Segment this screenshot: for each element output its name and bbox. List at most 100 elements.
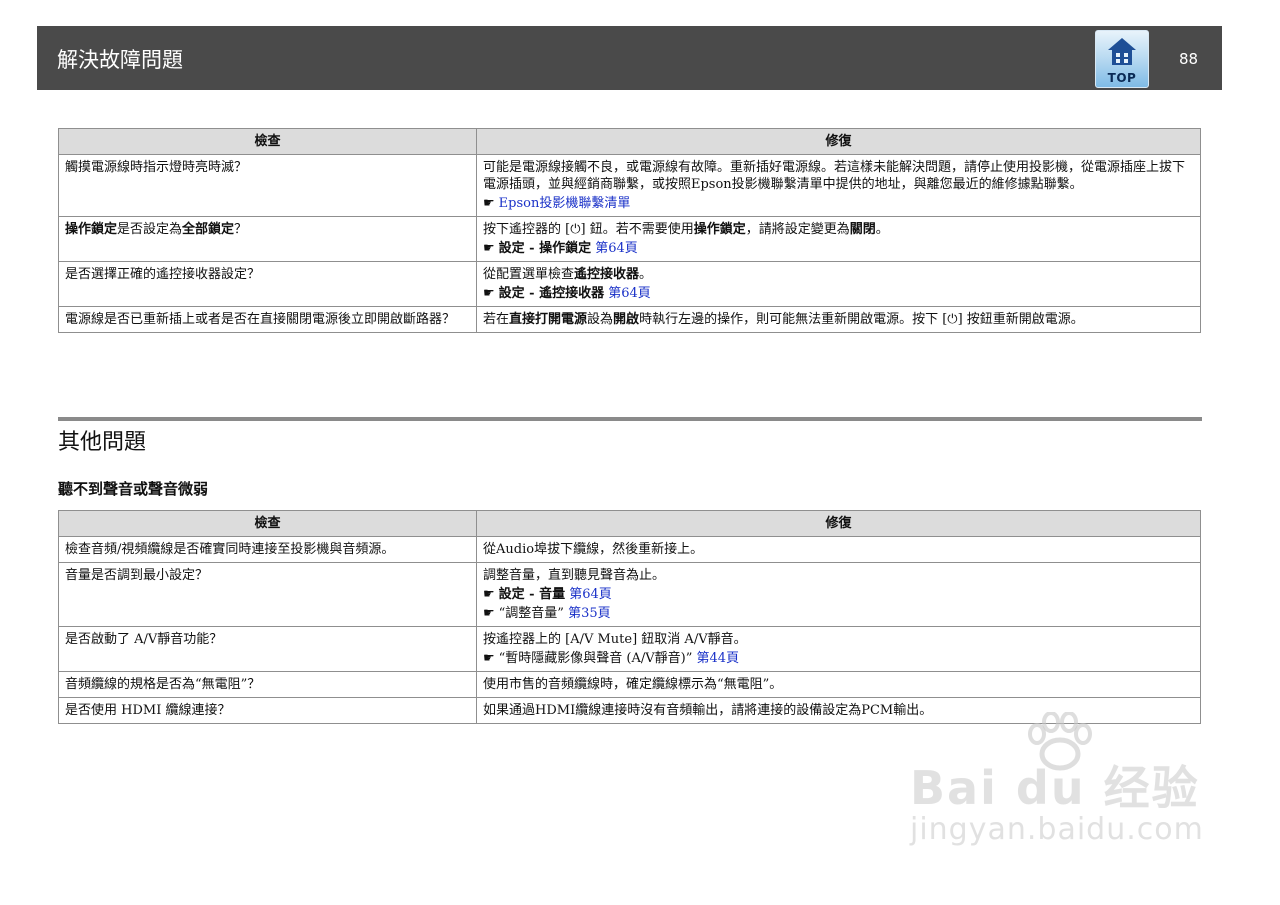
column-header-check: 檢查 [58,128,477,155]
table-row: 觸摸電源線時指示燈時亮時滅？ 可能是電源線接觸不良，或電源線有故障。重新插好電源… [58,154,1201,217]
fix-text-part: 時執行左邊的操作，則可能無法重新開啟電源。按下 [ [639,312,948,327]
troubleshooting-table-1: 檢查 修復 觸摸電源線時指示燈時亮時滅？ 可能是電源線接觸不良，或電源線有故障。… [58,128,1201,333]
subsection-title: 聽不到聲音或聲音微弱 [58,480,209,498]
fix-cell: 使用市售的音頻纜線時，確定纜線標示為“無電阻”。 [476,671,1201,698]
pointing-hand-icon: ☛ [483,651,495,666]
top-button[interactable]: TOP [1095,30,1149,88]
table-row: 是否使用 HDMI 纜線連接？ 如果通過HDMI纜線連接時沒有音頻輸出，請將連接… [58,697,1201,724]
reference-text: “調整音量” [498,606,564,621]
watermark-brand: Bai du 经验 [910,761,1200,815]
check-cell: 操作鎖定是否設定為全部鎖定？ [58,216,477,262]
fix-text-part: 。 [875,222,889,237]
fix-text: 若在直接打開電源設為開啟時執行左邊的操作，則可能無法重新開啟電源。按下 [⏻] … [483,311,1194,328]
check-text: ？ [234,222,248,237]
check-text: 是否設定為 [117,222,183,237]
page-number: 88 [1179,50,1199,68]
reference-bold-text: 設定 - 操作鎖定 [498,241,592,256]
pointing-hand-icon: ☛ [483,587,495,602]
fix-bold-text: 關閉 [849,222,876,237]
reference-link[interactable]: Epson投影機聯繫清單 [499,196,631,211]
reference-link[interactable]: 第44頁 [697,651,740,666]
column-header-fix: 修復 [476,128,1201,155]
reference-link[interactable]: 第64頁 [608,286,651,301]
fix-text: 從配置選單檢查遙控接收器。 [483,266,1194,283]
table-header-row: 檢查 修復 [58,128,1201,155]
fix-text-part: 從配置選單檢查 [483,267,575,282]
table-header-row: 檢查 修復 [58,510,1201,537]
reference: ☛ 設定 - 操作鎖定 第64頁 [483,240,1194,257]
check-text: 觸摸電源線時指示燈時亮時滅？ [65,160,248,175]
fix-cell: 按下遙控器的 [⏻] 鈕。若不需要使用操作鎖定，請將設定變更為關閉。 ☛ 設定 -… [476,216,1201,262]
fix-text: 可能是電源線接觸不良，或電源線有故障。重新插好電源線。若這樣未能解決問題，請停止… [483,160,1186,192]
check-cell: 是否選擇正確的遙控接收器設定？ [58,261,477,307]
fix-text-part: 若在 [483,312,510,327]
fix-cell: 從配置選單檢查遙控接收器。 ☛ 設定 - 遙控接收器 第64頁 [476,261,1201,307]
fix-cell: 調整音量，直到聽見聲音為止。 ☛ 設定 - 音量 第64頁 ☛ “調整音量” 第35… [476,562,1201,627]
page-title: 解決故障問題 [57,48,183,72]
reference: ☛ “調整音量” 第35頁 [483,605,1194,622]
watermark-url: jingyan.baidu.com [910,812,1204,847]
pointing-hand-icon: ☛ [483,606,495,621]
reference-text: “暫時隱藏影像與聲音 (A/V靜音)” [498,651,693,666]
pointing-hand-icon: ☛ [483,196,495,211]
reference-bold-text: 設定 - 遙控接收器 [498,286,605,301]
fix-bold-text: 開啟 [613,312,640,327]
fix-text-part: 設為 [587,312,614,327]
check-text: 電源線是否已重新插上或者是否在直接關閉電源後立即開啟斷路器？ [65,312,456,327]
check-cell: 電源線是否已重新插上或者是否在直接關閉電源後立即開啟斷路器？ [58,306,477,333]
table-row: 音頻纜線的規格是否為“無電阻”？ 使用市售的音頻纜線時，確定纜線標示為“無電阻”… [58,671,1201,698]
reference: ☛ Epson投影機聯繫清單 [483,195,1194,212]
top-label: TOP [1107,71,1137,85]
check-cell: 是否使用 HDMI 纜線連接？ [58,697,477,724]
power-icon: ⏻ [570,222,581,237]
table-row: 是否選擇正確的遙控接收器設定？ 從配置選單檢查遙控接收器。 ☛ 設定 - 遙控接收… [58,261,1201,307]
check-cell: 音頻纜線的規格是否為“無電阻”？ [58,671,477,698]
check-text: 是否選擇正確的遙控接收器設定？ [65,267,261,282]
fix-text-part: 按下遙控器的 [ [483,222,571,237]
table-row: 是否啟動了 A/V靜音功能？ 按遙控器上的 [A/V Mute] 鈕取消 A/V… [58,626,1201,672]
page-header: 解決故障問題 TOP 88 [37,26,1222,90]
fix-text-part: 。 [639,267,653,282]
fix-text-part: ] 按鈕重新開啟電源。 [957,312,1084,327]
fix-text: 按下遙控器的 [⏻] 鈕。若不需要使用操作鎖定，請將設定變更為關閉。 [483,221,1194,238]
fix-text: 調整音量，直到聽見聲音為止。 [483,568,666,583]
fix-text-part: ] 鈕。若不需要使用 [580,222,694,237]
table-row: 音量是否調到最小設定？ 調整音量，直到聽見聲音為止。 ☛ 設定 - 音量 第64頁… [58,562,1201,627]
reference-link[interactable]: 第35頁 [568,606,611,621]
section-title: 其他問題 [58,430,147,455]
reference-link[interactable]: 第64頁 [569,587,612,602]
check-cell: 是否啟動了 A/V靜音功能？ [58,626,477,672]
fix-bold-text: 操作鎖定 [693,222,746,237]
fix-bold-text: 遙控接收器 [574,267,640,282]
troubleshooting-table-2: 檢查 修復 檢查音頻/視頻纜線是否確實同時連接至投影機與音頻源。 從Audio埠… [58,510,1201,724]
home-icon [1108,38,1136,65]
check-bold-text: 操作鎖定 [65,222,118,237]
section-divider [58,417,1202,421]
reference: ☛ 設定 - 遙控接收器 第64頁 [483,285,1194,302]
fix-cell: 如果通過HDMI纜線連接時沒有音頻輸出，請將連接的設備設定為PCM輸出。 [476,697,1201,724]
fix-cell: 按遙控器上的 [A/V Mute] 鈕取消 A/V靜音。 ☛ “暫時隱藏影像與聲音… [476,626,1201,672]
fix-text: 按遙控器上的 [A/V Mute] 鈕取消 A/V靜音。 [483,632,747,647]
check-bold-text: 全部鎖定 [182,222,235,237]
fix-cell: 可能是電源線接觸不良，或電源線有故障。重新插好電源線。若這樣未能解決問題，請停止… [476,154,1201,217]
pointing-hand-icon: ☛ [483,241,495,256]
fix-text-part: ，請將設定變更為 [745,222,850,237]
reference-bold-text: 設定 - 音量 [498,587,566,602]
table-row: 操作鎖定是否設定為全部鎖定？ 按下遙控器的 [⏻] 鈕。若不需要使用操作鎖定，請… [58,216,1201,262]
check-cell: 觸摸電源線時指示燈時亮時滅？ [58,154,477,217]
table-row: 電源線是否已重新插上或者是否在直接關閉電源後立即開啟斷路器？ 若在直接打開電源設… [58,306,1201,333]
column-header-check: 檢查 [58,510,477,537]
fix-cell: 從Audio埠拔下纜線，然後重新接上。 [476,536,1201,563]
check-cell: 檢查音頻/視頻纜線是否確實同時連接至投影機與音頻源。 [58,536,477,563]
power-icon: ⏻ [947,312,958,327]
check-cell: 音量是否調到最小設定？ [58,562,477,627]
pointing-hand-icon: ☛ [483,286,495,301]
reference-link[interactable]: 第64頁 [595,241,638,256]
reference: ☛ “暫時隱藏影像與聲音 (A/V靜音)” 第44頁 [483,650,1194,667]
fix-cell: 若在直接打開電源設為開啟時執行左邊的操作，則可能無法重新開啟電源。按下 [⏻] … [476,306,1201,333]
fix-bold-text: 直接打開電源 [509,312,588,327]
baidu-watermark: Bai du 经验 jingyan.baidu.com [905,712,1205,857]
column-header-fix: 修復 [476,510,1201,537]
reference: ☛ 設定 - 音量 第64頁 [483,586,1194,603]
table-row: 檢查音頻/視頻纜線是否確實同時連接至投影機與音頻源。 從Audio埠拔下纜線，然… [58,536,1201,563]
